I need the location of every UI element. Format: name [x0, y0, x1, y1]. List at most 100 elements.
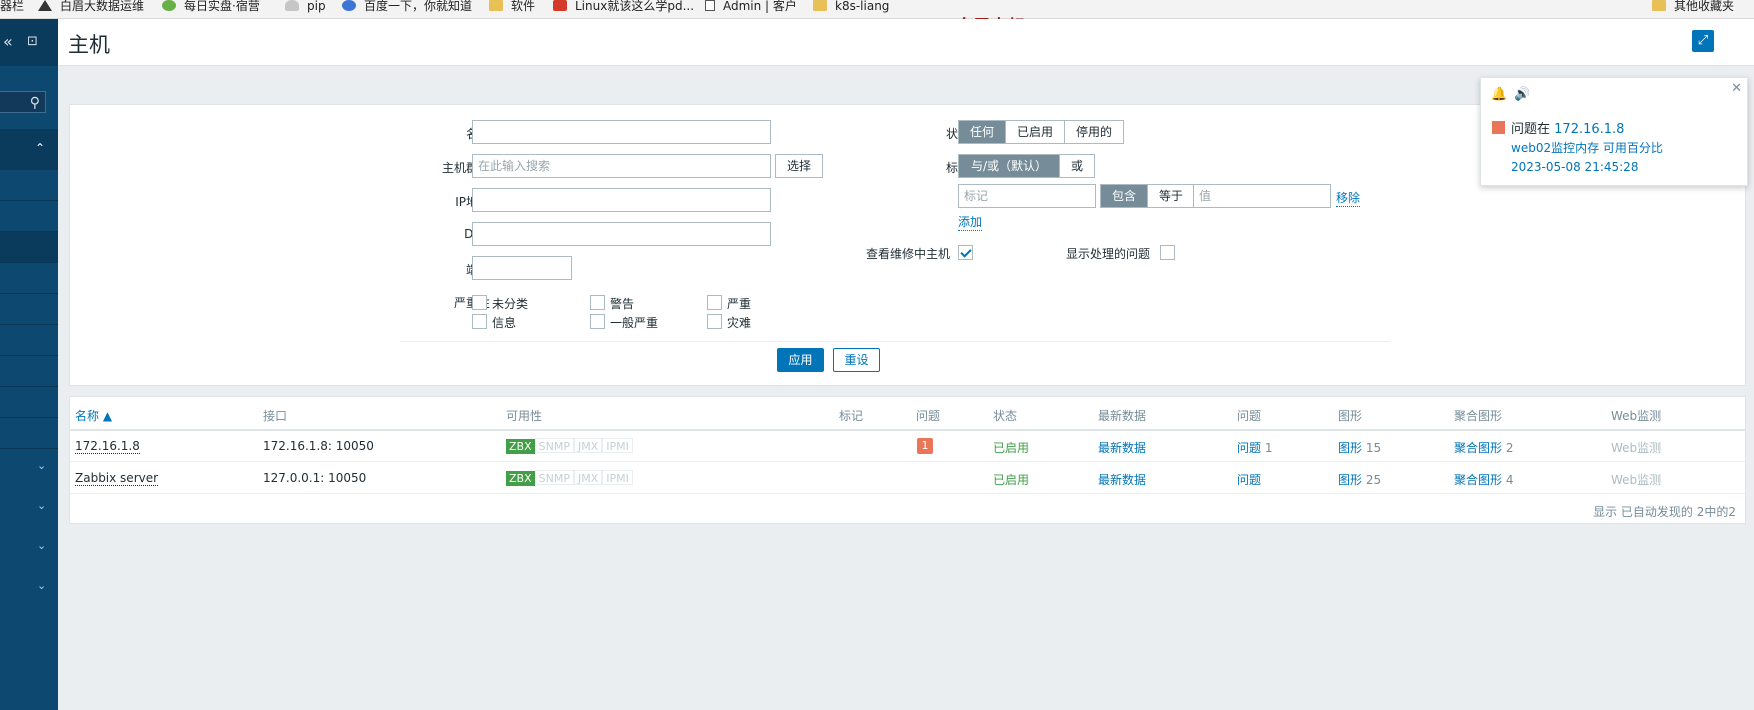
fullscreen-button[interactable]: ⤢: [1692, 30, 1714, 52]
sidebar: « ⊡ ⚲ ⌃ ⌄ ⌄ ⌄ ⌄: [0, 19, 58, 710]
close-icon[interactable]: ✕: [1731, 81, 1742, 96]
graphs-link[interactable]: 图形 25: [1338, 471, 1381, 488]
filter-divider: [400, 341, 1390, 342]
status-any-option[interactable]: 任何: [959, 121, 1007, 143]
sidebar-search-input[interactable]: ⚲: [0, 91, 46, 113]
sidebar-item[interactable]: [0, 201, 58, 232]
host-status-link[interactable]: 已启用: [993, 471, 1029, 488]
severity-indicator: [1492, 121, 1505, 134]
web-monitoring-link[interactable]: Web监测: [1611, 471, 1661, 488]
bookmark-baimei[interactable]: 白眉大数据运维: [38, 0, 144, 18]
status-enabled-option[interactable]: 已启用: [1006, 121, 1066, 143]
kiosk-mode-icon[interactable]: ⊡: [27, 34, 38, 50]
ip-input[interactable]: [472, 188, 771, 212]
problems-link[interactable]: 问题: [1237, 471, 1261, 488]
problems-link-count: 1: [1264, 441, 1273, 455]
tags-and-or-option[interactable]: 与/或（默认）: [959, 155, 1061, 177]
bookmark-software[interactable]: 软件: [489, 0, 535, 18]
graphs-link-count: 25: [1365, 473, 1382, 487]
sidebar-item[interactable]: [0, 418, 58, 449]
status-disabled-option[interactable]: 停用的: [1065, 121, 1124, 143]
severity-information-checkbox[interactable]: [472, 314, 487, 329]
maintenance-checkbox[interactable]: [958, 245, 973, 260]
bookmark-apps[interactable]: 器栏: [0, 0, 24, 18]
bookmark-label: k8s-liang: [835, 0, 890, 13]
bookmark-pip[interactable]: pip: [285, 0, 326, 18]
chevron-down-icon[interactable]: ⌄: [37, 499, 46, 512]
collapse-sidebar-icon[interactable]: «: [3, 34, 13, 50]
remove-tag-link[interactable]: 移除: [1336, 189, 1361, 207]
page-title: 主机: [68, 33, 110, 57]
notification-title: 问题在 172.16.1.8: [1511, 118, 1624, 137]
severity-not-classified-checkbox[interactable]: [472, 295, 487, 310]
latest-data-link[interactable]: 最新数据: [1098, 471, 1146, 488]
table-header-divider: [70, 429, 1745, 431]
sidebar-item[interactable]: [0, 263, 58, 294]
screens-link[interactable]: 聚合图形 2: [1454, 439, 1513, 456]
severity-average-checkbox[interactable]: [590, 314, 605, 329]
bookmark-label: 白眉大数据运维: [60, 0, 145, 13]
latest-data-link[interactable]: 最新数据: [1098, 439, 1146, 456]
severity-warning-checkbox[interactable]: [590, 295, 605, 310]
chevron-down-icon[interactable]: ⌄: [37, 579, 46, 592]
column-header-web: Web监测: [1611, 409, 1662, 423]
notification-host-link[interactable]: 172.16.1.8: [1554, 122, 1624, 137]
sidebar-item-hosts[interactable]: [0, 232, 58, 263]
search-icon[interactable]: ⚲: [30, 95, 40, 111]
sidebar-item[interactable]: [0, 387, 58, 418]
reset-button[interactable]: 重设: [833, 348, 880, 372]
sidebar-item[interactable]: [0, 356, 58, 387]
bookmark-linux[interactable]: Linux就该这么学pd...: [553, 0, 694, 18]
select-hostgroup-button[interactable]: 选择: [775, 154, 823, 178]
severity-high-checkbox[interactable]: [707, 295, 722, 310]
tag-name-input[interactable]: [958, 184, 1096, 208]
host-name-link[interactable]: Zabbix server: [75, 471, 159, 486]
notification-problem-link[interactable]: web02监控内存 可用百分比: [1511, 139, 1663, 156]
availability-badges: ZBX SNMP JMX IPMI: [506, 470, 633, 486]
status-segmented-control: 任何 已启用 停用的: [958, 120, 1125, 144]
graphs-link[interactable]: 图形 15: [1338, 439, 1381, 456]
bookmark-baidu[interactable]: 百度一下，你就知道: [342, 0, 472, 18]
sidebar-section-monitoring[interactable]: ⌃: [0, 129, 58, 170]
bell-icon[interactable]: 🔔: [1491, 87, 1507, 102]
chevron-down-icon[interactable]: ⌄: [37, 539, 46, 552]
column-header-graphs: 图形: [1338, 409, 1363, 423]
bookmark-favicon: [38, 0, 52, 11]
screens-link[interactable]: 聚合图形 4: [1454, 471, 1513, 488]
name-input[interactable]: [472, 120, 771, 144]
folder-icon: [813, 0, 827, 11]
row-divider: [70, 493, 1745, 494]
web-monitoring-link[interactable]: Web监测: [1611, 439, 1661, 456]
host-interface: 172.16.1.8: 10050: [263, 439, 374, 453]
severity-not-classified-label: 未分类: [492, 297, 529, 311]
sidebar-item[interactable]: [0, 170, 58, 201]
column-header-name[interactable]: 名称 ▲: [75, 407, 112, 424]
suppressed-checkbox[interactable]: [1160, 245, 1175, 260]
problem-count-badge[interactable]: 1: [917, 438, 933, 454]
sidebar-item[interactable]: [0, 325, 58, 356]
problems-link[interactable]: 问题 1: [1237, 439, 1272, 456]
hostgroup-input[interactable]: [472, 154, 771, 178]
tag-equals-option[interactable]: 等于: [1148, 185, 1195, 207]
severity-warning-label: 警告: [610, 297, 635, 311]
tag-contains-option[interactable]: 包含: [1101, 185, 1149, 207]
chevron-down-icon[interactable]: ⌄: [37, 459, 46, 472]
bookmark-other[interactable]: 其他收藏夹: [1652, 0, 1734, 18]
host-name-link[interactable]: 172.16.1.8: [75, 439, 140, 454]
dns-input[interactable]: [472, 222, 771, 246]
host-status-link[interactable]: 已启用: [993, 439, 1029, 456]
port-input[interactable]: [472, 256, 572, 280]
sidebar-item[interactable]: [0, 294, 58, 325]
add-tag-link[interactable]: 添加: [958, 213, 983, 231]
tags-or-option[interactable]: 或: [1060, 155, 1095, 177]
bookmark-daily[interactable]: 每日实盘·宿营: [162, 0, 260, 18]
bookmark-label: Admin | 客户: [723, 0, 797, 13]
screens-link-label: 聚合图形: [1454, 473, 1503, 487]
severity-disaster-checkbox[interactable]: [707, 314, 722, 329]
column-header-screens: 聚合图形: [1454, 409, 1503, 423]
apply-button[interactable]: 应用: [777, 348, 824, 372]
tag-value-input[interactable]: [1193, 184, 1331, 208]
snmp-badge: SNMP: [534, 438, 574, 453]
notification-time-link[interactable]: 2023-05-08 21:45:28: [1511, 160, 1638, 174]
speaker-icon[interactable]: 🔊: [1514, 87, 1530, 102]
